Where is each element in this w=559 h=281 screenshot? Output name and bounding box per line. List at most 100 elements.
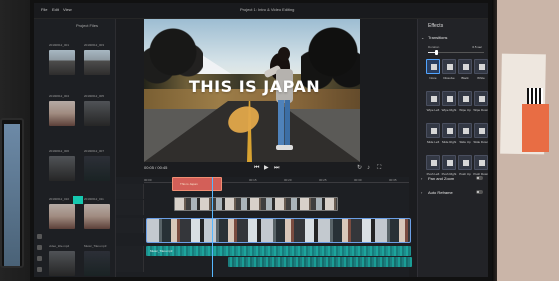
duration-slider-knob[interactable] — [435, 50, 438, 55]
transition-thumbnail — [458, 59, 472, 74]
track-header-video-1[interactable] — [116, 218, 144, 233]
media-clip-label: 20190612_011 — [84, 197, 104, 201]
transition-thumbnail — [458, 91, 472, 106]
media-clip-label: video_title.mp4 — [49, 244, 70, 248]
transition-thumbnail — [474, 59, 488, 74]
auto-reframe-toggle[interactable] — [476, 190, 483, 194]
ruler-tick: 00:00 — [144, 178, 152, 182]
timeline-title-clip[interactable]: This is Japan — [172, 177, 222, 191]
media-clip[interactable]: 20190612_010 — [49, 197, 75, 241]
play-icon[interactable]: ▶ — [264, 165, 269, 171]
transition-white[interactable]: White — [474, 59, 488, 83]
transition-label: Wipe Down — [473, 108, 489, 112]
track-header-audio-2[interactable] — [116, 257, 144, 272]
pan-zoom-toggle[interactable] — [476, 176, 483, 180]
fullscreen-icon[interactable]: ⛶ — [377, 165, 381, 171]
media-clip[interactable]: 20190612_005 — [84, 94, 110, 138]
timeline-main-video-track[interactable] — [146, 218, 411, 243]
transition-slide-down[interactable]: Slide Down — [473, 123, 488, 147]
timeline-title-clip-label: This is Japan — [180, 182, 198, 186]
transition-icon — [463, 96, 469, 102]
media-clip[interactable]: 20190612_006 — [49, 149, 75, 193]
media-clip-thumbnail — [49, 251, 75, 276]
transition-icon — [463, 128, 469, 134]
timecode: 00:05 / 00:45 — [144, 165, 168, 170]
menu-file[interactable]: File — [41, 7, 47, 12]
audio-badge-icon — [73, 196, 83, 204]
transition-wipe-left[interactable]: Wipe Left — [426, 91, 440, 115]
person-shoes — [276, 145, 293, 150]
timeline-playhead[interactable] — [212, 177, 213, 277]
media-clip-label: 20190612_007 — [84, 149, 105, 153]
transition-wipe-right[interactable]: Wipe Right — [442, 91, 456, 115]
ruler-tick: 00:30 — [354, 178, 362, 182]
timeline-panel[interactable]: 00:00 00:05 00:10 00:15 00:20 00:25 00:3… — [116, 177, 412, 277]
skip-back-icon[interactable]: ⏮ — [254, 165, 259, 171]
transition-thumbnail — [474, 91, 488, 106]
tool-icon[interactable] — [37, 256, 42, 261]
media-clip[interactable]: 20190612_001 — [49, 43, 75, 87]
media-clip-thumbnail — [84, 156, 110, 181]
playback-controls: 00:05 / 00:45 ⏮ ▶ ⏭ ↻ ♪ ⛶ — [138, 163, 388, 177]
transition-dissolve[interactable]: Dissolve — [442, 59, 456, 83]
ruler-tick: 00:15 — [249, 178, 257, 182]
tool-icon[interactable] — [37, 267, 42, 272]
menu-edit[interactable]: Edit — [52, 7, 59, 12]
media-clip[interactable]: 20190612_003 — [84, 43, 110, 87]
ruler-tick: 00:35 — [389, 178, 397, 182]
transition-slide-right[interactable]: Slide Right — [442, 123, 456, 147]
transition-push-up[interactable]: Push Up — [458, 155, 472, 179]
timeline-video-clip[interactable] — [174, 197, 338, 211]
loop-icon[interactable]: ↻ — [357, 165, 362, 171]
media-clip[interactable]: video_title.mp4 — [49, 244, 75, 277]
media-clip[interactable]: Music_Tiles.mp3 — [84, 244, 110, 277]
media-clip-thumbnail — [84, 204, 110, 229]
auto-reframe-section[interactable]: Auto Reframe — [428, 190, 453, 195]
transition-thumbnail — [442, 155, 456, 170]
transition-thumbnail — [426, 91, 440, 106]
media-clip[interactable]: 20190612_007 — [84, 149, 110, 193]
chevron-right-icon[interactable]: › — [421, 190, 422, 195]
media-clip-label: 20190612_006 — [49, 149, 70, 153]
transition-icon — [447, 128, 453, 134]
transition-icon — [479, 96, 485, 102]
transition-icon — [431, 64, 437, 70]
transition-icon — [431, 128, 437, 134]
media-clip[interactable]: 20190612_004 — [49, 94, 75, 138]
transition-slide-up[interactable]: Slide Up — [458, 123, 472, 147]
timeline-audio-track[interactable]: Music_Tiles.mp3 — [146, 246, 411, 256]
tool-icon[interactable] — [37, 234, 42, 239]
transition-wipe-down[interactable]: Wipe Down — [473, 91, 489, 115]
pan-zoom-section[interactable]: Pan and Zoom — [428, 176, 454, 181]
transitions-section-title[interactable]: Transitions — [428, 35, 447, 40]
tool-icon[interactable] — [37, 245, 42, 250]
effects-title: Effects — [428, 23, 444, 29]
timeline-secondary-audio-track[interactable] — [228, 257, 412, 267]
volume-icon[interactable]: ♪ — [367, 165, 370, 171]
track-header-video-2[interactable] — [116, 200, 144, 215]
transition-none[interactable]: None — [426, 59, 440, 83]
skip-forward-icon[interactable]: ⏭ — [274, 165, 279, 171]
transition-wipe-up[interactable]: Wipe Up — [458, 91, 472, 115]
video-preview[interactable]: THIS IS JAPAN — [144, 19, 360, 162]
chevron-right-icon[interactable]: › — [421, 176, 422, 181]
media-panel-heading: Project Files — [76, 23, 99, 28]
transition-icon — [447, 160, 453, 166]
transition-icon — [431, 96, 437, 102]
effects-panel[interactable]: Effects ⌄ Transitions Duration 0.5 sec N… — [417, 19, 489, 277]
media-clip-label: 20190612_001 — [49, 43, 70, 47]
media-clip[interactable]: 20190612_011 — [84, 197, 110, 241]
track-header-title[interactable] — [116, 184, 144, 199]
transition-slide-left[interactable]: Slide Left — [426, 123, 440, 147]
transition-icon — [479, 128, 485, 134]
transition-icon — [447, 96, 453, 102]
transition-thumbnail — [474, 155, 488, 170]
media-panel[interactable]: Project Files 20190612_001 20190612_003 … — [34, 19, 116, 277]
transition-black[interactable]: Black — [458, 59, 472, 83]
menu-view[interactable]: View — [63, 7, 72, 12]
media-clip-thumbnail — [49, 204, 75, 229]
transition-icon — [431, 160, 437, 166]
editor-screen: File Edit View Project 1: Intro & Video … — [34, 3, 489, 277]
media-clip-label: Music_Tiles.mp3 — [84, 244, 107, 248]
chevron-down-icon[interactable]: ⌄ — [421, 35, 424, 40]
